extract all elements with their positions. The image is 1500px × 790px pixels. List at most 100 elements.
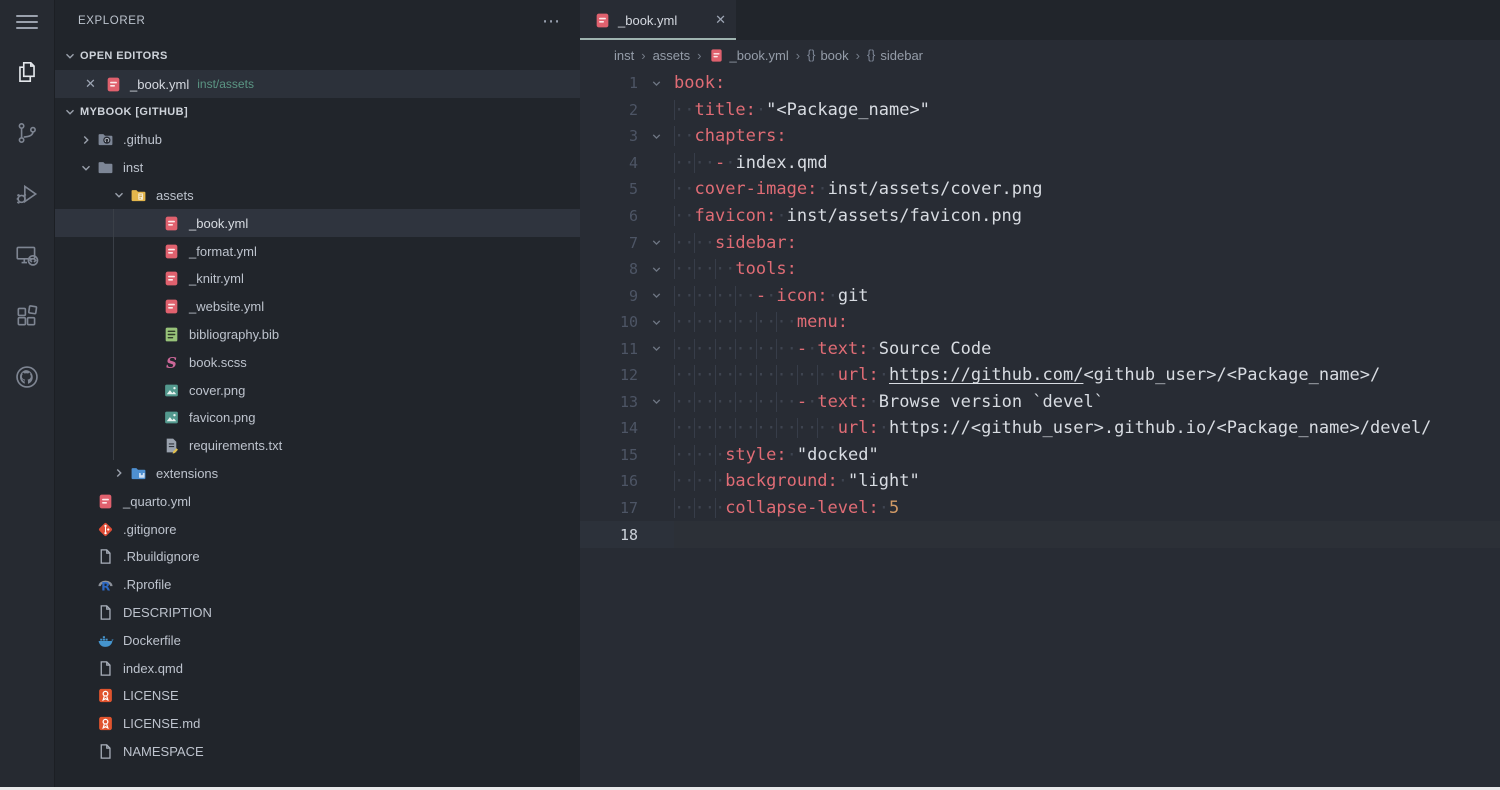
tree-item--book-yml[interactable]: _book.yml xyxy=(55,209,580,237)
activity-run-debug[interactable] xyxy=(0,166,55,227)
activity-source-control[interactable] xyxy=(0,105,55,166)
tree-item-license[interactable]: LICENSE xyxy=(55,682,580,710)
code-line-18[interactable]: 18 xyxy=(580,521,1500,548)
tree-item-label: DESCRIPTION xyxy=(123,605,212,620)
token-key: chapters: xyxy=(694,126,786,146)
activity-github[interactable] xyxy=(0,349,55,410)
breadcrumb-item--book-yml[interactable]: _book.yml xyxy=(709,48,789,63)
workspace-label: MYBOOK [GITHUB] xyxy=(80,106,188,118)
tree-item--quarto-yml[interactable]: _quarto.yml xyxy=(55,487,580,515)
tree-item--rbuildignore[interactable]: .Rbuildignore xyxy=(55,543,580,571)
tree-item--rprofile[interactable]: R.Rprofile xyxy=(55,571,580,599)
whitespace-dots: · xyxy=(787,445,797,465)
fold-chevron-icon[interactable] xyxy=(638,342,674,355)
yaml-icon xyxy=(163,270,180,287)
code-line-15[interactable]: 15·····style:·"docked" xyxy=(580,442,1500,469)
breadcrumb-item-sidebar[interactable]: {}sidebar xyxy=(867,48,923,63)
code-line-13[interactable]: 13············-·text:·Browse version `de… xyxy=(580,389,1500,416)
code-line-6[interactable]: 6··favicon:·inst/assets/favicon.png xyxy=(580,203,1500,230)
gutter: 6 xyxy=(580,203,674,230)
breadcrumb-item-inst[interactable]: inst xyxy=(614,48,634,63)
tree-item-favicon-png[interactable]: favicon.png xyxy=(55,404,580,432)
files-icon xyxy=(14,59,40,90)
close-icon[interactable]: ✕ xyxy=(85,76,105,92)
code-line-4[interactable]: 4····-·index.qmd xyxy=(580,150,1500,177)
code-line-9[interactable]: 9········-·icon:·git xyxy=(580,282,1500,309)
code-line-17[interactable]: 17·····collapse-level:·5 xyxy=(580,495,1500,522)
tab-book-yml[interactable]: _book.yml ✕ xyxy=(580,0,736,40)
tree-item-label: cover.png xyxy=(189,383,245,398)
doc-icon xyxy=(97,743,114,760)
activity-extensions[interactable] xyxy=(0,288,55,349)
tree-item--website-yml[interactable]: _website.yml xyxy=(55,293,580,321)
tree-item-namespace[interactable]: NAMESPACE xyxy=(55,738,580,766)
indent-guide xyxy=(735,312,736,332)
tree-item-assets[interactable]: assets xyxy=(55,182,580,210)
code-line-16[interactable]: 16·····background:·"light" xyxy=(580,468,1500,495)
breadcrumb-separator-icon: › xyxy=(856,48,860,63)
breadcrumb-item-book[interactable]: {}book xyxy=(807,48,849,63)
tree-item-extensions[interactable]: extensions xyxy=(55,460,580,488)
code-line-10[interactable]: 10············menu: xyxy=(580,309,1500,336)
chevron-slot xyxy=(78,716,94,732)
tab-close-button[interactable]: ✕ xyxy=(709,12,726,28)
code-line-5[interactable]: 5··cover-image:·inst/assets/cover.png xyxy=(580,176,1500,203)
remote-icon xyxy=(14,242,40,273)
tree-item-label: .gitignore xyxy=(123,522,176,537)
code-editor[interactable]: 1book:2··title:·"<Package_name>"3··chapt… xyxy=(580,70,1500,787)
folder-assets-icon xyxy=(130,187,147,204)
line-number: 1 xyxy=(580,70,638,97)
chevron-slot xyxy=(144,271,160,287)
tree-item--knitr-yml[interactable]: _knitr.yml xyxy=(55,265,580,293)
tree-item-book-scss[interactable]: Sbook.scss xyxy=(55,348,580,376)
code-line-1[interactable]: 1book: xyxy=(580,70,1500,97)
indent-guide xyxy=(776,339,777,359)
tree-item--format-yml[interactable]: _format.yml xyxy=(55,237,580,265)
chevron-slot xyxy=(144,215,160,231)
fold-chevron-icon[interactable] xyxy=(638,130,674,143)
code-line-11[interactable]: 11············-·text:·Source Code xyxy=(580,335,1500,362)
token-val: Browse version `devel` xyxy=(879,392,1104,412)
tree-item-cover-png[interactable]: cover.png xyxy=(55,376,580,404)
indent-guide xyxy=(715,471,716,491)
tree-item-license-md[interactable]: LICENSE.md xyxy=(55,710,580,738)
code-line-7[interactable]: 7····sidebar: xyxy=(580,229,1500,256)
yaml-icon xyxy=(709,48,724,63)
whitespace-dots: ·· xyxy=(674,179,694,199)
code-line-8[interactable]: 8······tools: xyxy=(580,256,1500,283)
activity-remote-explorer[interactable] xyxy=(0,227,55,288)
open-editor-item[interactable]: ✕ _book.yml inst/assets xyxy=(55,70,580,98)
braces-icon: {} xyxy=(867,48,875,62)
fold-chevron-icon[interactable] xyxy=(638,236,674,249)
fold-chevron-icon[interactable] xyxy=(638,77,674,90)
gutter: 4 xyxy=(580,150,674,177)
menu-button[interactable] xyxy=(0,0,55,44)
tree-item-bibliography-bib[interactable]: bibliography.bib xyxy=(55,321,580,349)
fold-chevron-icon[interactable] xyxy=(638,289,674,302)
more-actions-button[interactable]: ⋯ xyxy=(542,16,562,26)
code-line-14[interactable]: 14················url:·https://<github_u… xyxy=(580,415,1500,442)
code-line-3[interactable]: 3··chapters: xyxy=(580,123,1500,150)
code-line-2[interactable]: 2··title:·"<Package_name>" xyxy=(580,97,1500,124)
tree-item--gitignore[interactable]: .gitignore xyxy=(55,515,580,543)
activity-explorer[interactable] xyxy=(0,44,55,105)
open-editors-section-header[interactable]: OPEN EDITORS xyxy=(55,42,580,70)
indent-guide xyxy=(674,312,675,332)
code-line-12[interactable]: 12················url:·https://github.co… xyxy=(580,362,1500,389)
tree-item--github[interactable]: .github xyxy=(55,126,580,154)
fold-chevron-icon[interactable] xyxy=(638,263,674,276)
indent-guide xyxy=(674,339,675,359)
token-val: Source Code xyxy=(879,339,992,359)
fold-chevron-icon[interactable] xyxy=(638,395,674,408)
tree-item-description[interactable]: DESCRIPTION xyxy=(55,599,580,627)
activity-bar xyxy=(0,0,55,787)
workspace-section-header[interactable]: MYBOOK [GITHUB] xyxy=(55,98,580,126)
fold-chevron-icon[interactable] xyxy=(638,316,674,329)
tree-item-inst[interactable]: inst xyxy=(55,154,580,182)
tree-item-requirements-txt[interactable]: requirements.txt xyxy=(55,432,580,460)
breadcrumb-item-assets[interactable]: assets xyxy=(653,48,691,63)
tree-item-dockerfile[interactable]: Dockerfile xyxy=(55,626,580,654)
tree-item-index-qmd[interactable]: index.qmd xyxy=(55,654,580,682)
indent-guide xyxy=(776,392,777,412)
indent-guide xyxy=(674,259,675,279)
